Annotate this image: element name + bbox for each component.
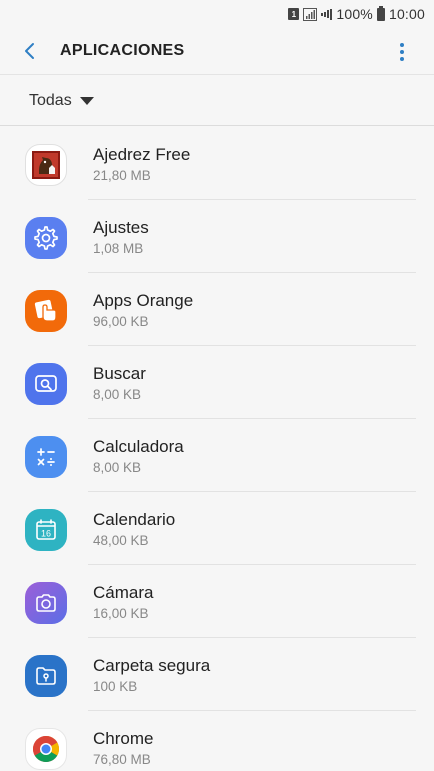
filter-label: Todas bbox=[29, 91, 72, 109]
more-vertical-icon bbox=[400, 43, 404, 61]
network-signal-icon bbox=[303, 7, 318, 21]
app-size: 1,08 MB bbox=[93, 241, 144, 256]
orange-touch-icon bbox=[25, 290, 67, 332]
calculator-icon bbox=[25, 436, 67, 478]
chess-app-icon bbox=[25, 144, 67, 186]
filter-bar: Todas bbox=[0, 76, 434, 126]
app-row-apps-orange[interactable]: Apps Orange 96,00 KB bbox=[0, 273, 434, 346]
app-row-chrome[interactable]: Chrome 76,80 MB bbox=[0, 711, 434, 771]
page-title: APLICACIONES bbox=[60, 42, 185, 59]
app-size: 16,00 KB bbox=[93, 606, 149, 621]
status-bar: 1 100% 10:00 bbox=[0, 0, 434, 28]
back-button[interactable] bbox=[0, 28, 60, 75]
app-row-camara[interactable]: Cámara 16,00 KB bbox=[0, 565, 434, 638]
calendar-day-number: 16 bbox=[41, 529, 51, 539]
app-row-ajedrez-free[interactable]: Ajedrez Free 21,80 MB bbox=[0, 127, 434, 200]
app-name: Cámara bbox=[93, 583, 154, 602]
calendar-icon: 16 bbox=[25, 509, 67, 551]
app-name: Calculadora bbox=[93, 437, 184, 456]
back-arrow-icon bbox=[25, 43, 34, 59]
app-name: Ajedrez Free bbox=[93, 145, 191, 164]
dropdown-caret-icon bbox=[79, 96, 94, 105]
app-size: 8,00 KB bbox=[93, 460, 142, 475]
app-name: Calendario bbox=[93, 510, 176, 529]
app-name: Apps Orange bbox=[93, 291, 194, 310]
sim-card-icon: 1 bbox=[288, 8, 300, 20]
app-name: Carpeta segura bbox=[93, 656, 211, 675]
app-size: 100 KB bbox=[93, 679, 138, 694]
app-name: Chrome bbox=[93, 729, 154, 748]
app-size: 76,80 MB bbox=[93, 752, 151, 767]
app-row-buscar[interactable]: Buscar 8,00 KB bbox=[0, 346, 434, 419]
app-row-calendario[interactable]: 16 Calendario 48,00 KB bbox=[0, 492, 434, 565]
app-size: 48,00 KB bbox=[93, 533, 149, 548]
settings-gear-icon bbox=[25, 217, 67, 259]
app-row-ajustes[interactable]: Ajustes 1,08 MB bbox=[0, 200, 434, 273]
app-list: Ajedrez Free 21,80 MB Ajustes 1,08 MB Ap… bbox=[0, 127, 434, 771]
app-size: 21,80 MB bbox=[93, 168, 151, 183]
battery-percentage: 100% bbox=[336, 6, 373, 22]
app-name: Buscar bbox=[93, 364, 146, 383]
secure-folder-icon bbox=[25, 655, 67, 697]
filter-dropdown[interactable]: Todas bbox=[29, 92, 94, 110]
chrome-icon bbox=[25, 728, 67, 770]
battery-icon bbox=[376, 5, 385, 21]
app-size: 8,00 KB bbox=[93, 387, 142, 402]
app-name: Ajustes bbox=[93, 218, 149, 237]
more-options-button[interactable] bbox=[388, 38, 416, 66]
app-row-carpeta-segura[interactable]: Carpeta segura 100 KB bbox=[0, 638, 434, 711]
app-bar: APLICACIONES bbox=[0, 28, 434, 75]
app-size: 96,00 KB bbox=[93, 314, 149, 329]
app-row-calculadora[interactable]: Calculadora 8,00 KB bbox=[0, 419, 434, 492]
clock: 10:00 bbox=[388, 6, 425, 22]
cell-signal-icon bbox=[321, 8, 333, 20]
camera-icon bbox=[25, 582, 67, 624]
search-finder-icon bbox=[25, 363, 67, 405]
